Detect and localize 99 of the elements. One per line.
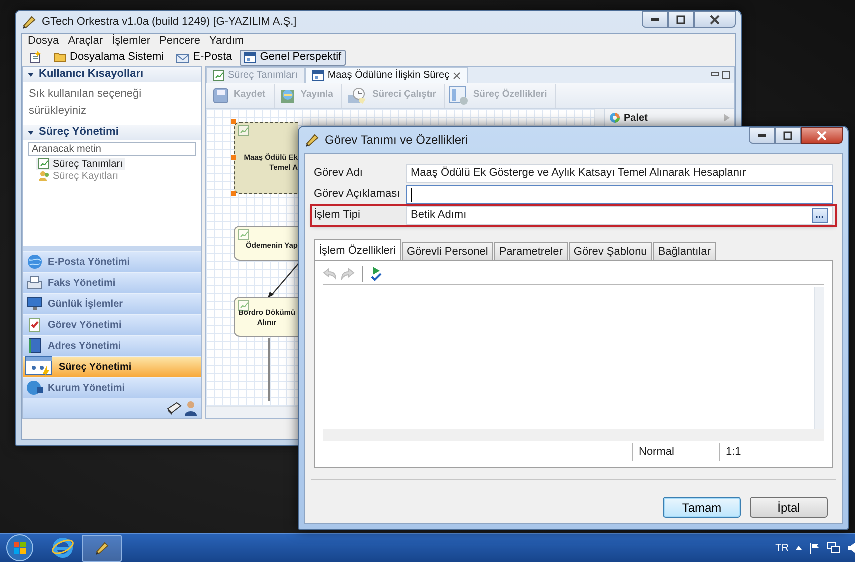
- app-icon: [304, 132, 320, 148]
- nav-button[interactable]: Günlük İşlemler: [23, 293, 201, 314]
- palette-header[interactable]: Palet: [605, 109, 734, 127]
- envelope-icon: [176, 52, 190, 64]
- fax-icon: [26, 275, 44, 291]
- toolbar-button[interactable]: E-Posta: [172, 50, 236, 66]
- show-hidden-icons-icon[interactable]: [795, 544, 803, 552]
- minimize-button[interactable]: [642, 11, 668, 28]
- app-icon: [21, 14, 37, 30]
- section-header[interactable]: Süreç Yönetimi: [23, 125, 201, 140]
- input-field[interactable]: Maaş Ödülü Ek Gösterge ve Aylık Katsayı Temel Alınarak Hesaplanır: [406, 164, 833, 183]
- tab[interactable]: Bağlantılar: [653, 242, 716, 260]
- minimize-button[interactable]: [749, 127, 775, 144]
- start-button[interactable]: [5, 534, 35, 562]
- menu-item[interactable]: Yardım: [206, 33, 250, 50]
- toolbar-button[interactable]: [370, 266, 382, 282]
- book-icon: [26, 338, 44, 354]
- input-field[interactable]: Betik Adımı ...: [406, 206, 833, 225]
- people-icon: [38, 170, 50, 182]
- toolbar-button[interactable]: Genel Perspektif: [240, 50, 346, 66]
- clock-icon: [346, 86, 368, 104]
- app-icon: [94, 540, 110, 556]
- toolbar-button[interactable]: Dosyalama Sistemi: [50, 50, 168, 66]
- minimize-icon: [758, 134, 766, 137]
- close-icon: [710, 14, 720, 24]
- cancel-button[interactable]: İptal: [750, 497, 828, 518]
- field-label: Görev Açıklaması: [314, 187, 402, 202]
- undo-icon: [323, 268, 337, 280]
- collapse-icon: [27, 128, 35, 136]
- scrollbar[interactable]: [323, 429, 824, 441]
- menu-item[interactable]: İşlemler: [109, 33, 157, 50]
- tab[interactable]: İşlem Özellikleri: [314, 239, 402, 260]
- tab[interactable]: Görev Şablonu: [568, 242, 652, 260]
- network-icon[interactable]: [827, 542, 841, 554]
- tab[interactable]: Parametreler: [494, 242, 568, 260]
- maximize-button[interactable]: [775, 127, 801, 144]
- nav-button[interactable]: Faks Yönetimi: [23, 272, 201, 293]
- redo-icon: [341, 268, 355, 280]
- tab[interactable]: Görevli Personel: [402, 242, 494, 260]
- person-icon[interactable]: [184, 400, 198, 416]
- ok-button[interactable]: Tamam: [663, 497, 741, 518]
- monitor-icon: [26, 296, 44, 312]
- resize-handle[interactable]: [231, 155, 236, 160]
- nav-button[interactable]: E-Posta Yönetimi: [23, 251, 201, 272]
- nav-button[interactable]: Süreç Yönetimi: [23, 356, 201, 377]
- flag-icon[interactable]: [809, 542, 821, 554]
- task-icon: [238, 229, 250, 241]
- cursor-position: 1:1: [726, 444, 742, 460]
- status-text: Normal: [639, 444, 674, 460]
- window-icon: [244, 52, 258, 64]
- nav-button[interactable]: Adres Yönetimi: [23, 335, 201, 356]
- menu-item[interactable]: Araçlar: [65, 33, 110, 50]
- menu-item[interactable]: Dosya: [25, 33, 66, 50]
- close-icon: [817, 130, 827, 140]
- chart-icon: [213, 70, 225, 82]
- resize-handle[interactable]: [231, 191, 236, 196]
- collapse-icon: [27, 70, 35, 78]
- dialog-title: Görev Tanımı ve Özellikleri: [325, 132, 468, 149]
- tree-item[interactable]: Süreç Tanımları: [36, 158, 125, 170]
- text-cursor: [411, 188, 412, 202]
- editor-tab[interactable]: Maaş Ödülüne İlişkin Süreç: [304, 67, 468, 83]
- nav-button[interactable]: Kurum Yönetimi: [23, 377, 201, 398]
- browse-button[interactable]: ...: [812, 208, 828, 223]
- maximize-icon: [783, 130, 793, 140]
- resize-handle[interactable]: [231, 119, 236, 124]
- search-field[interactable]: Aranacak metin: [28, 142, 196, 156]
- maximize-icon[interactable]: [722, 70, 731, 80]
- field-label: Görev Adı: [314, 166, 364, 182]
- taskbar-button[interactable]: [82, 534, 122, 562]
- minimize-icon: [651, 18, 659, 21]
- speaker-icon[interactable]: [847, 542, 855, 554]
- task-icon: [238, 125, 250, 137]
- scrollbar[interactable]: [814, 287, 824, 429]
- new-document-icon: [29, 51, 42, 64]
- expand-icon: [723, 113, 731, 123]
- input-field[interactable]: [406, 185, 833, 204]
- browser-icon: [51, 536, 75, 560]
- maximize-button[interactable]: [668, 11, 694, 28]
- connector-line: [268, 338, 270, 401]
- diagram-icon: [25, 356, 55, 378]
- window-title: GTech Orkestra v1.0a (build 1249) [G-YAZILIM A.Ş.]: [42, 14, 297, 30]
- palette-icon: [609, 112, 621, 124]
- field-label: İşlem Tipi: [314, 208, 362, 224]
- folder-icon: [54, 51, 67, 64]
- close-button[interactable]: [801, 127, 843, 144]
- maximize-icon: [676, 14, 686, 24]
- close-button[interactable]: [694, 11, 736, 28]
- window-icon: [312, 70, 325, 82]
- properties-icon: [449, 86, 470, 106]
- menu-item[interactable]: Pencere: [156, 33, 207, 50]
- run-check-icon: [370, 266, 382, 282]
- close-icon[interactable]: [452, 72, 461, 80]
- language-indicator[interactable]: TR: [776, 540, 789, 556]
- minimize-icon[interactable]: [711, 70, 720, 80]
- section-header[interactable]: Kullanıcı Kısayolları: [23, 67, 201, 82]
- nav-button[interactable]: Görev Yönetimi: [23, 314, 201, 335]
- scrollbar[interactable]: [206, 406, 297, 418]
- hint-text: Sık kullanılan seçeneği sürükleyiniz: [28, 87, 143, 118]
- chart-icon: [38, 158, 50, 170]
